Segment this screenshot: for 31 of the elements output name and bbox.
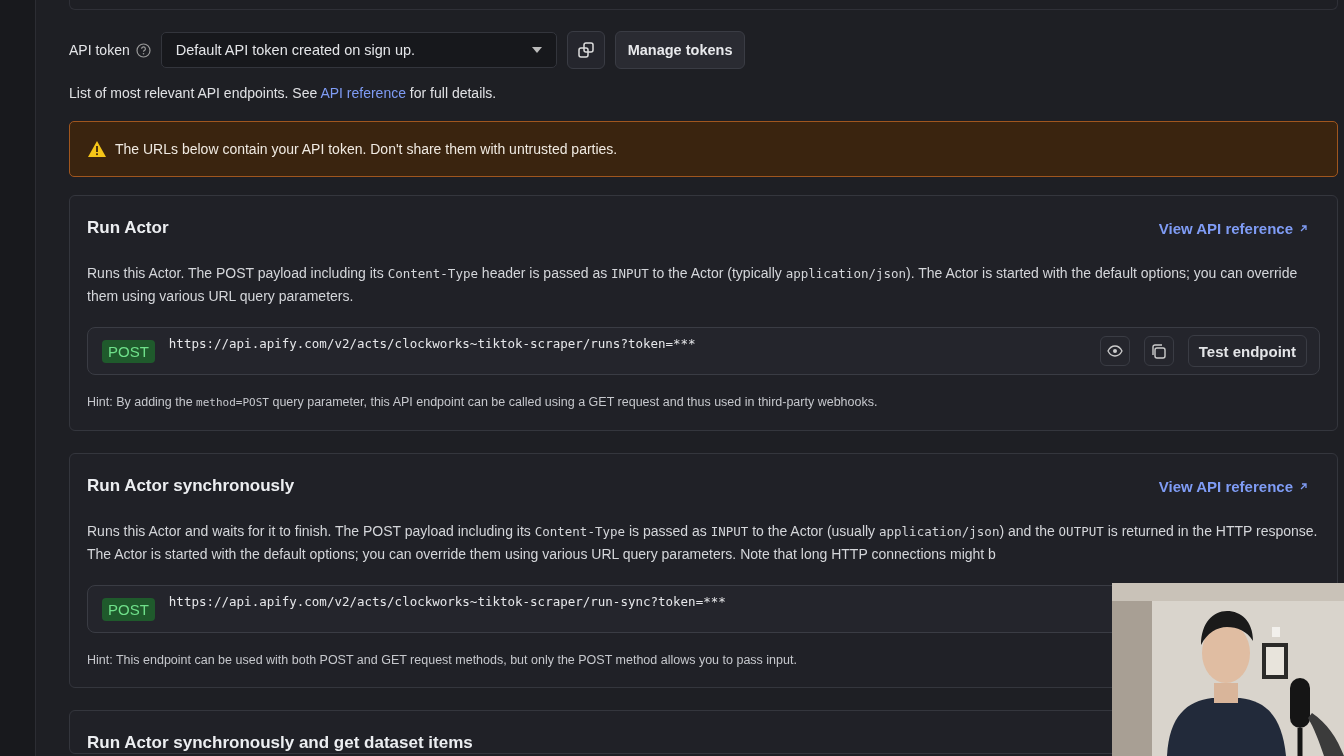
copy-button[interactable] [1143, 336, 1174, 366]
api-reference-link[interactable]: View API reference [1158, 219, 1308, 237]
endpoint-description: Runs this Actor. The POST payload including its Content-Type header is passed as INPUT to the Actor (typically application/json). The Actor is started with the default options; you can override them using various URL query parameters. [87, 264, 1299, 306]
copy-icon [577, 42, 594, 58]
copy-token-button[interactable] [566, 31, 605, 69]
test-endpoint-button[interactable]: Test endpoint [1187, 335, 1307, 367]
endpoint-url: https://api.apify.com/v2/acts/clockworks~tiktok-scraper/runs?token=*** [168, 336, 697, 351]
card-title: Run Actor synchronously and get dataset items [87, 733, 473, 753]
caret-icon [531, 47, 542, 53]
eye-icon [1106, 345, 1123, 357]
method-badge: POST [102, 597, 155, 621]
method-badge: POST [102, 339, 155, 363]
card-title: Run Actor [87, 218, 169, 238]
help-icon[interactable] [135, 42, 151, 58]
field-label: API token [69, 42, 130, 58]
warning-text: The URLs below contain your API token. Don't share them with untrusted parties. [115, 141, 618, 157]
card-title: Run Actor synchronously [87, 476, 295, 496]
token-dropdown[interactable]: Default API token created on sign up. [160, 32, 557, 68]
show-token-button[interactable] [1099, 336, 1130, 366]
endpoint-url: https://api.apify.com/v2/acts/clockworks~tiktok-scraper/run-sync?token=*** [168, 594, 727, 609]
copy-icon [1151, 343, 1167, 359]
warning-icon [87, 140, 107, 158]
intro-text: List of most relevant API endpoints. See API reference for full details. [69, 85, 498, 101]
manage-tokens-button[interactable]: Manage tokens [614, 31, 746, 69]
hint-text: Hint: By adding the method=POST query parameter, this API endpoint can be called using a GET request and thus used in third-party webhooks. [87, 394, 879, 411]
endpoint-description: Runs this Actor and waits for it to finish. The POST payload including its Content-Type is passed as INPUT to the Actor (usually application/json) and the OUTPUT is returned in the HTTP response. The Actor is started with the default options; you can override them using various URL query parameters. Note that long HTTP connections might b [87, 522, 1319, 564]
api-reference-link[interactable]: API reference [320, 85, 406, 101]
external-link-icon [1299, 223, 1308, 233]
hint-text: Hint: This endpoint can be used with both POST and GET request methods, but only the POST method allows you to pass input. [87, 652, 798, 669]
external-link-icon [1299, 481, 1308, 491]
api-reference-link[interactable]: View API reference [1158, 477, 1308, 495]
